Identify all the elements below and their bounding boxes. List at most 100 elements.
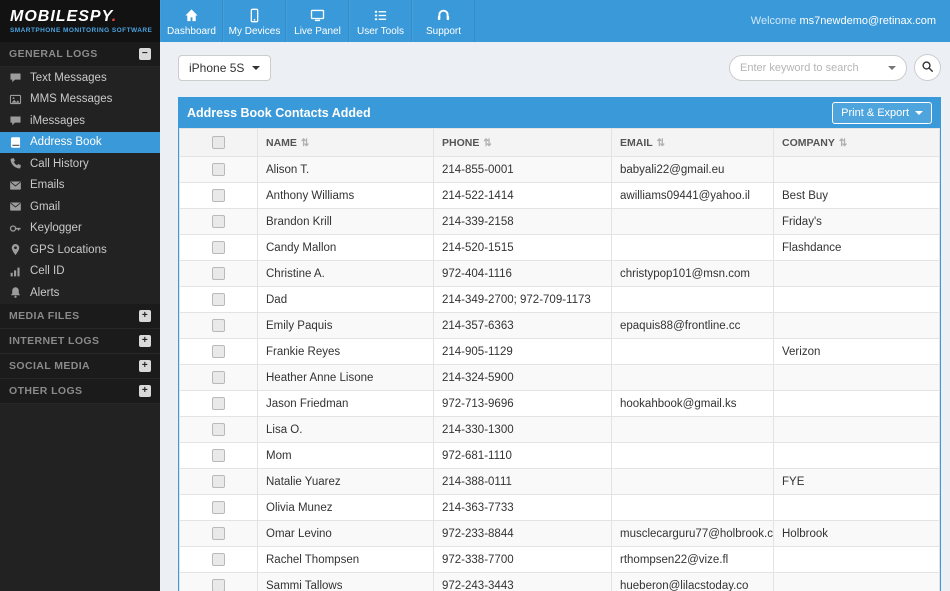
sidebar-section-social-media[interactable]: SOCIAL MEDIA+ bbox=[0, 354, 160, 379]
table-header-row: NAME⇅PHONE⇅EMAIL⇅COMPANY⇅ bbox=[180, 129, 940, 157]
row-checkbox-cell bbox=[180, 313, 258, 339]
cell-email: epaquis88@frontline.cc bbox=[612, 313, 774, 339]
brand-name-mobile: MOBILE bbox=[10, 8, 78, 25]
sidebar-item-keylogger[interactable]: Keylogger bbox=[0, 218, 160, 240]
row-checkbox[interactable] bbox=[212, 345, 225, 358]
cell-name: Heather Anne Lisone bbox=[258, 365, 434, 391]
cell-name: Dad bbox=[258, 287, 434, 313]
cell-company bbox=[774, 417, 940, 443]
cell-name: Alison T. bbox=[258, 157, 434, 183]
plus-icon[interactable]: + bbox=[139, 385, 151, 397]
brand-name-spy: SPY bbox=[78, 8, 112, 25]
row-checkbox[interactable] bbox=[212, 553, 225, 566]
cell-phone: 972-681-1110 bbox=[434, 443, 612, 469]
cell-name: Christine A. bbox=[258, 261, 434, 287]
table-row: Rachel Thompsen972-338-7700rthompsen22@v… bbox=[180, 547, 940, 573]
plus-icon[interactable]: + bbox=[139, 310, 151, 322]
cell-company bbox=[774, 365, 940, 391]
sidebar-item-label: Gmail bbox=[30, 201, 60, 213]
main-nav: DashboardMy DevicesLive PanelUser ToolsS… bbox=[160, 0, 475, 42]
desktop-icon bbox=[310, 8, 325, 23]
nav-item-support[interactable]: Support bbox=[412, 0, 475, 42]
column-header-company[interactable]: COMPANY⇅ bbox=[774, 129, 940, 157]
row-checkbox[interactable] bbox=[212, 319, 225, 332]
select-all-checkbox[interactable] bbox=[212, 136, 225, 149]
column-label: PHONE bbox=[442, 137, 479, 149]
column-label: EMAIL bbox=[620, 137, 653, 149]
print-export-button[interactable]: Print & Export bbox=[832, 102, 932, 124]
top-header: MOBILESPY. SMARTPHONE MONITORING SOFTWAR… bbox=[0, 0, 950, 42]
sidebar-section-label: INTERNET LOGS bbox=[9, 335, 99, 347]
cell-company bbox=[774, 443, 940, 469]
table-row: Brandon Krill214-339-2158Friday's bbox=[180, 209, 940, 235]
sidebar-item-address-book[interactable]: Address Book bbox=[0, 132, 160, 154]
sidebar-item-imessages[interactable]: iMessages bbox=[0, 110, 160, 132]
search-button[interactable] bbox=[914, 54, 941, 81]
sidebar-section-media-files[interactable]: MEDIA FILES+ bbox=[0, 304, 160, 329]
table-row: Jason Friedman972-713-9696hookahbook@gma… bbox=[180, 391, 940, 417]
row-checkbox[interactable] bbox=[212, 163, 225, 176]
column-header-phone[interactable]: PHONE⇅ bbox=[434, 129, 612, 157]
nav-item-user-tools[interactable]: User Tools bbox=[349, 0, 412, 42]
chevron-down-icon[interactable] bbox=[888, 66, 896, 70]
row-checkbox[interactable] bbox=[212, 241, 225, 254]
address-book-panel: Address Book Contacts Added Print & Expo… bbox=[178, 97, 941, 591]
welcome-text: Welcome ms7newdemo@retinax.com bbox=[751, 15, 950, 27]
sidebar-item-gmail[interactable]: Gmail bbox=[0, 196, 160, 218]
brand-logo[interactable]: MOBILESPY. SMARTPHONE MONITORING SOFTWAR… bbox=[0, 0, 160, 42]
minus-icon[interactable]: − bbox=[139, 48, 151, 60]
row-checkbox[interactable] bbox=[212, 371, 225, 384]
nav-item-my-devices[interactable]: My Devices bbox=[223, 0, 286, 42]
account-email[interactable]: ms7newdemo@retinax.com bbox=[800, 15, 937, 27]
brand-dot: . bbox=[112, 8, 117, 25]
column-label: NAME bbox=[266, 137, 297, 149]
table-row: Sammi Tallows972-243-3443hueberon@lilacs… bbox=[180, 573, 940, 591]
row-checkbox[interactable] bbox=[212, 475, 225, 488]
row-checkbox[interactable] bbox=[212, 423, 225, 436]
column-header-email[interactable]: EMAIL⇅ bbox=[612, 129, 774, 157]
cell-company bbox=[774, 287, 940, 313]
plus-icon[interactable]: + bbox=[139, 335, 151, 347]
cell-name: Brandon Krill bbox=[258, 209, 434, 235]
sidebar-section-general-logs[interactable]: GENERAL LOGS− bbox=[0, 42, 160, 67]
row-checkbox[interactable] bbox=[212, 293, 225, 306]
sidebar-item-gps-locations[interactable]: GPS Locations bbox=[0, 239, 160, 261]
search-box[interactable] bbox=[729, 55, 907, 81]
sidebar-item-text-messages[interactable]: Text Messages bbox=[0, 67, 160, 89]
brand-name: MOBILESPY. bbox=[10, 9, 160, 25]
row-checkbox[interactable] bbox=[212, 501, 225, 514]
sidebar-item-cell-id[interactable]: Cell ID bbox=[0, 261, 160, 283]
nav-item-live-panel[interactable]: Live Panel bbox=[286, 0, 349, 42]
cell-email bbox=[612, 417, 774, 443]
sidebar-item-mms-messages[interactable]: MMS Messages bbox=[0, 89, 160, 111]
sidebar-item-call-history[interactable]: Call History bbox=[0, 153, 160, 175]
plus-icon[interactable]: + bbox=[139, 360, 151, 372]
row-checkbox[interactable] bbox=[212, 189, 225, 202]
table-row: Frankie Reyes214-905-1129Verizon bbox=[180, 339, 940, 365]
row-checkbox[interactable] bbox=[212, 267, 225, 280]
column-header-name[interactable]: NAME⇅ bbox=[258, 129, 434, 157]
signal-icon bbox=[9, 265, 22, 278]
cell-company bbox=[774, 547, 940, 573]
cell-name: Omar Levino bbox=[258, 521, 434, 547]
panel-title: Address Book Contacts Added bbox=[187, 106, 371, 120]
row-checkbox[interactable] bbox=[212, 449, 225, 462]
device-selector[interactable]: iPhone 5S bbox=[178, 55, 271, 81]
cell-email bbox=[612, 287, 774, 313]
cell-email bbox=[612, 469, 774, 495]
row-checkbox[interactable] bbox=[212, 579, 225, 591]
sidebar-item-label: Call History bbox=[30, 158, 89, 170]
sidebar-item-emails[interactable]: Emails bbox=[0, 175, 160, 197]
search-input[interactable] bbox=[740, 62, 888, 74]
sidebar-section-other-logs[interactable]: OTHER LOGS+ bbox=[0, 379, 160, 404]
row-checkbox[interactable] bbox=[212, 215, 225, 228]
sidebar-item-alerts[interactable]: Alerts bbox=[0, 282, 160, 304]
search-area bbox=[729, 54, 941, 81]
row-checkbox[interactable] bbox=[212, 527, 225, 540]
sidebar-section-internet-logs[interactable]: INTERNET LOGS + bbox=[0, 329, 160, 354]
row-checkbox[interactable] bbox=[212, 397, 225, 410]
nav-item-dashboard[interactable]: Dashboard bbox=[160, 0, 223, 42]
cell-email bbox=[612, 235, 774, 261]
tools-icon bbox=[373, 8, 388, 23]
comment-icon bbox=[9, 71, 22, 84]
